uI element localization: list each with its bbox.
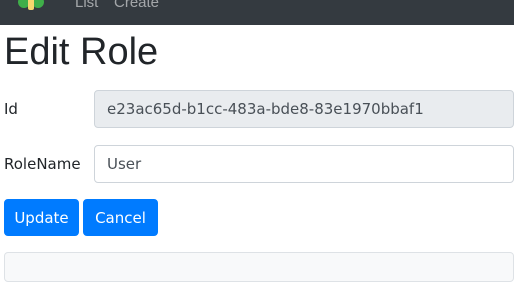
update-button[interactable]: Update <box>4 199 79 236</box>
page-title: Edit Role <box>4 31 159 73</box>
top-navbar: List Create <box>0 0 514 25</box>
nav-link-create[interactable]: Create <box>114 0 159 11</box>
rolename-label: RoleName <box>4 155 81 173</box>
id-field: e23ac65d-b1cc-483a-bde8-83e1970bbaf1 <box>94 90 514 128</box>
rolename-field-value: User <box>107 155 142 173</box>
footer-panel <box>4 252 514 282</box>
logo-icon[interactable] <box>14 0 48 14</box>
id-field-value: e23ac65d-b1cc-483a-bde8-83e1970bbaf1 <box>107 100 424 118</box>
id-label: Id <box>4 100 18 118</box>
cancel-button[interactable]: Cancel <box>83 199 158 236</box>
rolename-field[interactable]: User <box>94 145 514 183</box>
nav-link-list[interactable]: List <box>75 0 98 11</box>
